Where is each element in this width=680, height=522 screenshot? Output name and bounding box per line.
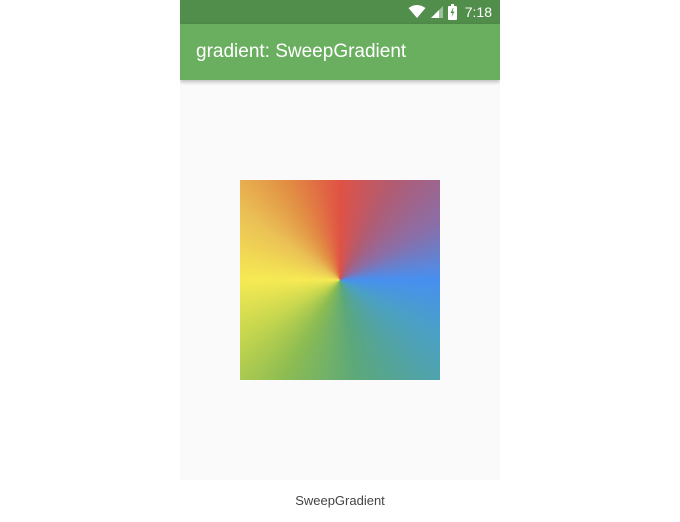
status-bar: 7:18: [180, 0, 500, 24]
battery-icon: [447, 4, 457, 20]
status-icons: 7:18: [408, 0, 492, 24]
wifi-icon: [408, 5, 426, 19]
phone-screen: 7:18 gradient: SweepGradient: [180, 0, 500, 480]
sweep-gradient-box: [240, 180, 440, 380]
status-time: 7:18: [464, 4, 492, 20]
app-bar: gradient: SweepGradient: [180, 24, 500, 80]
screenshot-caption: SweepGradient: [295, 493, 385, 508]
signal-icon: [430, 5, 444, 19]
app-bar-title: gradient: SweepGradient: [196, 41, 407, 62]
